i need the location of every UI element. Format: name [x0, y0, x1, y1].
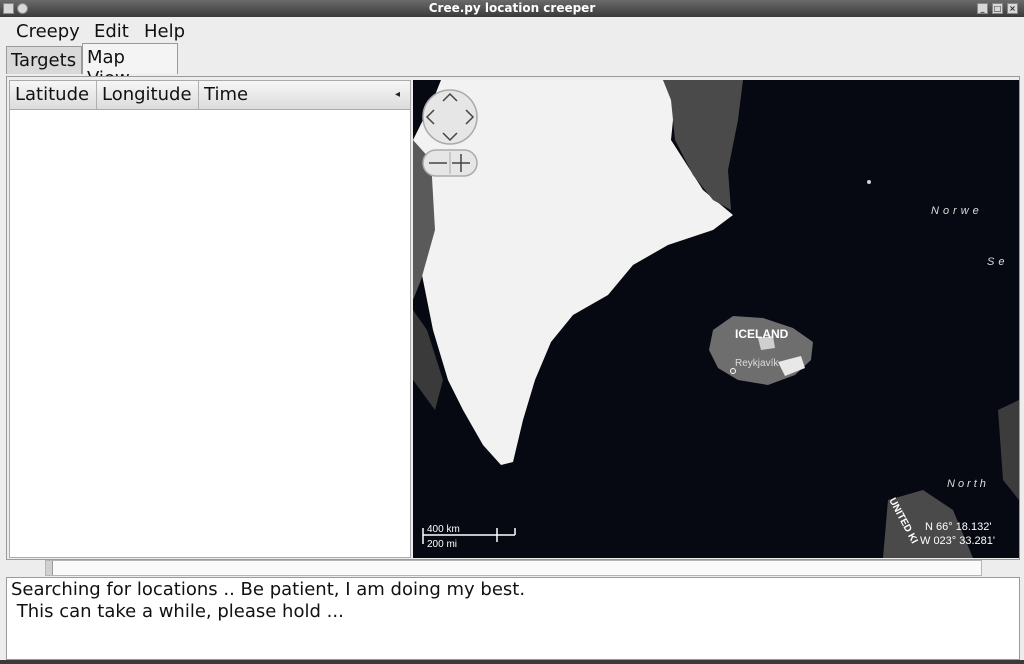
status-log: Searching for locations .. Be patient, I… — [6, 577, 1020, 660]
tab-map-view[interactable]: Map View — [82, 43, 178, 89]
log-line-1: Searching for locations .. Be patient, I… — [11, 579, 526, 600]
scale-mi-label: 200 mi — [427, 539, 457, 550]
scale-km-label: 400 km — [427, 524, 460, 535]
coordinate-lat: N 66° 18.132' — [925, 521, 991, 533]
tab-targets[interactable]: Targets — [6, 46, 82, 74]
column-header-time[interactable]: Time — [199, 81, 410, 109]
app-window: Cree.py location creeper _ □ × Creepy Ed… — [0, 0, 1024, 664]
zoom-control[interactable] — [422, 149, 478, 177]
scrollbar-handle[interactable] — [46, 561, 53, 575]
title-bar[interactable]: Cree.py location creeper _ □ × — [0, 0, 1024, 17]
minimize-icon[interactable]: _ — [977, 3, 988, 14]
iceland-label: ICELAND — [735, 327, 789, 341]
column-header-longitude[interactable]: Longitude — [97, 81, 199, 109]
locations-table[interactable]: Latitude Longitude Time ◂ — [9, 80, 411, 558]
pan-control[interactable] — [422, 89, 478, 145]
norwegian-sea-label-2: Se — [987, 256, 1008, 268]
menu-creepy[interactable]: Creepy — [16, 21, 80, 42]
menu-edit[interactable]: Edit — [94, 21, 129, 42]
sort-arrow-icon[interactable]: ◂ — [395, 89, 400, 100]
window-title: Cree.py location creeper — [428, 1, 596, 15]
menu-bar: Creepy Edit Help — [0, 17, 1024, 44]
coordinate-lon: W 023° 33.281' — [920, 535, 995, 547]
reykjavik-label: Reykjavík — [735, 358, 779, 369]
scandinavia-land — [998, 400, 1019, 500]
table-header: Latitude Longitude Time ◂ — [10, 81, 410, 110]
maximize-icon[interactable]: □ — [992, 3, 1003, 14]
scale-bar: 400 km 200 mi — [422, 524, 516, 550]
jan-mayen-island — [867, 180, 871, 184]
north-sea-label: North — [947, 478, 989, 490]
horizontal-scrollbar[interactable] — [45, 560, 982, 576]
log-line-2: This can take a while, please hold ... — [11, 601, 344, 622]
column-header-latitude[interactable]: Latitude — [10, 81, 97, 109]
menu-help[interactable]: Help — [144, 21, 185, 42]
close-icon[interactable]: × — [1007, 3, 1018, 14]
norwegian-sea-label-1: Norwe — [931, 205, 983, 217]
map-canvas[interactable]: ICELAND Reykjavík Norwe Se North UNITED … — [413, 80, 1019, 558]
map-view[interactable]: ICELAND Reykjavík Norwe Se North UNITED … — [413, 80, 1019, 558]
bottom-edge — [0, 660, 1024, 664]
